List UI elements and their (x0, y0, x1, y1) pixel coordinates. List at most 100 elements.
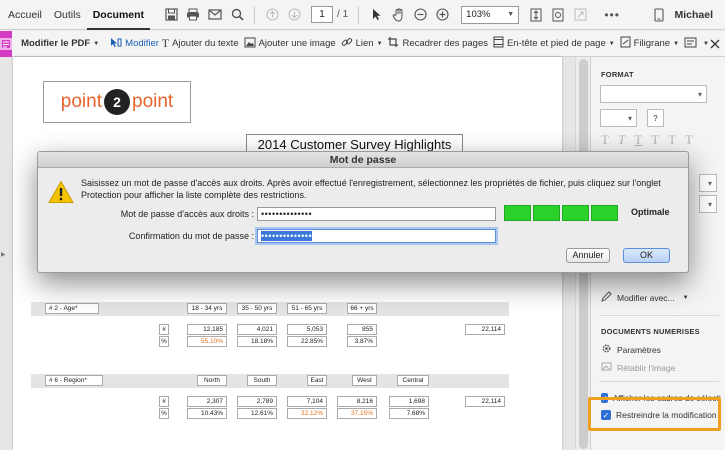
ok-button[interactable]: OK (623, 248, 670, 263)
modify-with-label: Modifier avec... (617, 293, 675, 303)
font-size-select[interactable]: ▾ (600, 109, 637, 127)
email-icon[interactable] (204, 4, 226, 26)
table-total: 22,114 (465, 396, 505, 407)
zoom-out-icon[interactable] (409, 4, 431, 26)
modify-pdf-menu[interactable]: Modifier le PDF ▼ (21, 38, 99, 49)
text-format-row: T T T T T T (601, 132, 693, 148)
page-number-input[interactable]: 1 (311, 6, 334, 23)
text-icon: T (161, 36, 170, 50)
restore-image-label: Rétablir l'image (617, 363, 676, 373)
link-label: Lien (355, 38, 374, 49)
watermark-icon (620, 36, 631, 51)
panel-select-hidden-1[interactable]: ▾ (699, 174, 717, 192)
link-button[interactable]: Lien ▼ (341, 36, 383, 51)
table-cell: 12,185 (187, 324, 227, 335)
table-cell: 2,307 (187, 396, 227, 407)
password-input[interactable]: •••••••••••••• (257, 207, 496, 221)
text-format-icon[interactable]: T (668, 132, 676, 148)
fit-page-icon[interactable] (525, 4, 547, 26)
zoom-in-icon[interactable] (431, 4, 453, 26)
company-logo: point 2 point (43, 81, 191, 123)
edit-toolbar: Modifier le PDF ▼ Modifier T Ajouter du … (0, 30, 725, 57)
strength-segment (591, 205, 618, 221)
save-icon[interactable] (160, 4, 182, 26)
table-label: # 2 - Age* (45, 303, 99, 314)
print-icon[interactable] (182, 4, 204, 26)
logo-text-left: point (60, 91, 102, 112)
table-cell: 8,216 (337, 396, 377, 407)
watermark-button[interactable]: Filigrane ▼ (620, 36, 679, 51)
tab-outils[interactable]: Outils (48, 0, 87, 30)
edit-pdf-icon[interactable] (0, 30, 13, 57)
text-format-icon[interactable]: T (634, 132, 642, 148)
select-cursor-icon[interactable] (365, 4, 387, 26)
strength-segment (533, 205, 560, 221)
fullscreen-icon[interactable] (569, 4, 591, 26)
strength-label: Optimale (631, 207, 670, 217)
table-row: % 55.10% 18.18% 22.85% 3.87% (31, 336, 509, 348)
modify-with-button[interactable]: Modifier avec... ▼ (601, 291, 689, 305)
tab-document[interactable]: Document (86, 0, 151, 30)
cancel-button[interactable]: Annuler (566, 248, 610, 263)
chevron-down-icon: ▼ (673, 40, 680, 47)
text-format-icon[interactable]: T (651, 132, 659, 148)
divider (599, 381, 719, 382)
table-cell: 32.12% (287, 408, 327, 419)
table-col-header: North (197, 375, 227, 386)
list-options-icon (684, 37, 697, 51)
edit-modify-button[interactable]: Modifier (110, 37, 159, 51)
restore-image-button[interactable]: Rétablir l'image (601, 361, 675, 375)
crop-pages-button[interactable]: Recadrer des pages (387, 36, 488, 51)
help-label: ? (653, 113, 658, 123)
divider (599, 315, 719, 316)
image-icon (244, 37, 256, 51)
close-icon[interactable] (709, 33, 721, 55)
user-name[interactable]: Michael (674, 9, 713, 21)
add-image-button[interactable]: Ajouter une image (244, 37, 336, 51)
text-format-icon[interactable]: T (618, 132, 625, 148)
chevron-down-icon: ▾ (707, 199, 712, 209)
settings-button[interactable]: Paramètres (601, 343, 661, 357)
rotate-view-icon[interactable] (547, 4, 569, 26)
chevron-down-icon: ▼ (608, 40, 615, 47)
hand-tool-icon[interactable] (387, 4, 409, 26)
more-edit-tools-button[interactable]: ▼ (684, 37, 709, 51)
header-footer-button[interactable]: En-tête et pied de page ▼ (493, 36, 615, 51)
panel-collapse-icon[interactable]: ▶ (1, 251, 6, 258)
more-options-icon[interactable]: ••• (601, 4, 623, 26)
strength-segment (562, 205, 589, 221)
pct-symbol: % (159, 408, 169, 419)
text-format-icon[interactable]: T (685, 132, 693, 148)
zoom-level-value: 103% (466, 9, 491, 20)
table-col-header: 18 - 34 yrs (187, 303, 227, 314)
text-format-icon[interactable]: T (601, 132, 609, 148)
dialog-message: Saisissez un mot de passe d'accès aux dr… (81, 178, 661, 200)
settings-label: Paramètres (617, 345, 661, 355)
count-symbol: # (159, 396, 169, 407)
search-icon[interactable] (226, 4, 248, 26)
table-row: % 10.43% 12.61% 32.12% 37.15% 7.68% (31, 408, 509, 420)
chevron-down-icon: ▾ (707, 178, 712, 188)
top-toolbar: Accueil Outils Document 1 / 1 103% ▼ •••… (0, 0, 725, 30)
confirm-password-input[interactable]: •••••••••••••• (257, 229, 496, 243)
zoom-level-select[interactable]: 103% ▼ (461, 5, 520, 24)
chevron-down-icon: ▼ (93, 40, 100, 47)
next-page-icon[interactable] (283, 4, 305, 26)
phone-icon[interactable] (648, 4, 670, 26)
font-select[interactable]: ▾ (600, 85, 707, 103)
tab-accueil[interactable]: Accueil (2, 0, 48, 30)
prev-page-icon[interactable] (261, 4, 283, 26)
docs-heading: DOCUMENTS NUMERISES (601, 327, 700, 336)
table-cell: 5,053 (287, 324, 327, 335)
help-button[interactable]: ? (647, 109, 664, 127)
panel-select-hidden-2[interactable]: ▾ (699, 195, 717, 213)
highlight-box (588, 397, 721, 431)
table-cell: 7.68% (389, 408, 429, 419)
add-text-label: Ajouter du texte (172, 38, 239, 49)
table-header: # 2 - Age* 18 - 34 yrs 35 - 50 yrs 51 - … (31, 302, 509, 316)
add-text-button[interactable]: T Ajouter du texte (162, 36, 239, 51)
chevron-down-icon: ▼ (682, 295, 689, 301)
table-cell: 855 (347, 324, 377, 335)
edit-cursor-icon (110, 37, 122, 51)
table-cell: 55.10% (187, 336, 227, 347)
